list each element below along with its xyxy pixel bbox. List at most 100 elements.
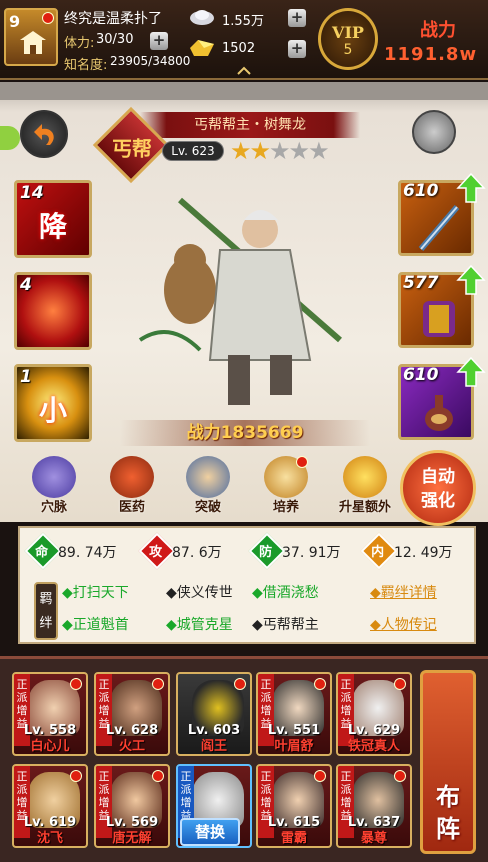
roster-name: 沈飞 xyxy=(36,831,63,846)
fame-label: 知名度: xyxy=(64,58,108,73)
roster-card[interactable]: 正派增益 Lv. 628 火工 xyxy=(94,672,170,756)
stamina-label: 体力: xyxy=(64,36,95,51)
hero-switch-icon[interactable] xyxy=(412,110,456,154)
stat-value: 12. 49万 xyxy=(394,545,453,561)
roster-card[interactable]: 正派增益 Lv. 551 叶眉舒 xyxy=(256,672,332,756)
header-strip xyxy=(0,82,488,100)
skill-slot-1[interactable]: 14 降 xyxy=(14,180,92,258)
star-extra-button[interactable]: 升星额外 xyxy=(330,456,400,518)
roster-name: 火工 xyxy=(118,739,145,754)
breakthrough-button[interactable]: 突破 xyxy=(176,456,240,518)
roster-name: 叶眉舒 xyxy=(274,739,314,754)
defense-icon: 防 xyxy=(248,532,286,570)
fetter-detail-link[interactable]: ◆羁绊详情 xyxy=(370,582,437,602)
silver-icon xyxy=(190,10,214,25)
equipment-level: 610 xyxy=(403,181,439,201)
stamina-value: 30/30 xyxy=(96,32,134,47)
skill-count: 4 xyxy=(20,275,32,295)
biography-link[interactable]: ◆人物传记 xyxy=(370,614,437,634)
vip-label: VIP xyxy=(332,23,364,42)
skill-count: 14 xyxy=(20,183,44,203)
medicine-label: 医药 xyxy=(118,500,145,515)
star-extra-icon xyxy=(343,456,387,498)
hp-icon: 命 xyxy=(24,532,62,570)
stats-panel: 命 89. 74万 攻 87. 6万 防 37. 91万 内 12. 49万 羁… xyxy=(18,526,476,644)
armor-icon xyxy=(423,301,455,337)
hero-power-value: 战力1835669 xyxy=(186,423,304,443)
roster-card[interactable]: 正派增益 Lv. 637 暴尊 xyxy=(336,764,412,848)
roster-name: 阎王 xyxy=(200,739,227,754)
back-button[interactable] xyxy=(20,110,68,158)
add-gold-button[interactable]: + xyxy=(288,40,306,58)
formation-line1: 布 xyxy=(436,782,460,811)
star-icon: ★ xyxy=(269,137,290,165)
meridian-button[interactable]: 穴脉 xyxy=(22,456,86,518)
hero-title: 丐帮帮主・树舞龙 xyxy=(194,117,306,133)
medicine-button[interactable]: 医药 xyxy=(100,456,164,518)
roster-card[interactable]: 正派增益 Lv. 569 唐无解 xyxy=(94,764,170,848)
fetter-item: ◆借酒浇愁 xyxy=(252,585,319,601)
star-icon: ★ xyxy=(249,137,271,165)
roster-card[interactable]: Lv. 603 阎王 xyxy=(176,672,252,756)
internal-icon: 内 xyxy=(360,532,398,570)
formation-line2: 阵 xyxy=(436,814,460,843)
attack-icon: 攻 xyxy=(138,532,176,570)
gold-value: 1502 xyxy=(222,41,256,56)
roster-name: 暴尊 xyxy=(360,831,387,846)
roster-card[interactable]: 正派增益 Lv. 619 沈飞 xyxy=(12,764,88,848)
notification-dot xyxy=(314,678,326,690)
roster-name: 雷霸 xyxy=(280,831,307,846)
fetter-item: ◆城管克星 xyxy=(166,617,233,633)
notification-dot xyxy=(42,12,54,24)
sect-badge-label: 丐帮 xyxy=(112,136,153,161)
upgrade-arrow-icon xyxy=(456,264,486,295)
skill-glyph: 降 xyxy=(38,210,67,243)
notification-dot xyxy=(394,770,406,782)
meridian-label: 穴脉 xyxy=(40,500,67,515)
add-silver-button[interactable]: + xyxy=(288,9,306,27)
equipment-level: 577 xyxy=(403,273,439,293)
auto-enhance-line1: 自动 xyxy=(421,467,455,487)
skill-slot-3[interactable]: 1 小 xyxy=(14,364,92,442)
vip-badge[interactable]: VIP 5 xyxy=(318,8,378,70)
fetter-item: ◆丐帮帮主 xyxy=(252,617,319,633)
formation-button[interactable]: 布 阵 xyxy=(420,670,476,854)
breakthrough-label: 突破 xyxy=(194,500,221,515)
chevron-up-icon[interactable] xyxy=(236,66,252,76)
notification-dot xyxy=(152,770,164,782)
roster-card[interactable]: 正派增益 Lv. 558 白心儿 xyxy=(12,672,88,756)
fetter-item: ◆打扫天下 xyxy=(62,585,129,601)
auto-enhance-line2: 强化 xyxy=(421,491,455,511)
roster-card[interactable]: 正派增益 Lv. 629 铁冠真人 xyxy=(336,672,412,756)
player-avatar[interactable]: 9 xyxy=(4,8,58,66)
auto-enhance-button[interactable]: 自动 强化 xyxy=(400,450,476,526)
hero-title-banner: 丐帮帮主・树舞龙 xyxy=(140,112,360,138)
star-icon: ★ xyxy=(308,137,329,165)
skill-glyph: 小 xyxy=(38,394,67,427)
notification-dot xyxy=(234,678,246,690)
stat-value: 87. 6万 xyxy=(172,545,222,561)
combat-power-value: 1191.8w xyxy=(384,44,478,65)
upgrade-arrow-icon xyxy=(456,356,486,387)
roster-name: 白心儿 xyxy=(30,739,70,754)
upgrade-arrow-icon xyxy=(456,172,486,203)
fetter-tag: 羁绊 xyxy=(34,582,58,640)
swap-button[interactable]: 替换 xyxy=(180,818,240,846)
player-name: 终究是温柔扑了 xyxy=(64,11,162,27)
skill-count: 1 xyxy=(20,367,32,387)
skill-slot-2[interactable]: 4 xyxy=(14,272,92,350)
fame-value: 23905/34800 xyxy=(110,54,191,68)
breakthrough-icon xyxy=(186,456,230,498)
star-extra-label: 升星额外 xyxy=(338,500,391,515)
equipment-level: 610 xyxy=(403,365,439,385)
roster-name: 唐无解 xyxy=(112,831,152,846)
add-stamina-button[interactable]: + xyxy=(150,32,168,50)
star-icon: ★ xyxy=(230,137,251,165)
roster-card[interactable]: 正派增益 Lv. 615 雷霸 xyxy=(256,764,332,848)
medicine-icon xyxy=(110,456,154,498)
notification-dot xyxy=(152,678,164,690)
vip-level: 5 xyxy=(343,42,353,58)
notification-dot xyxy=(70,678,82,690)
cultivate-button[interactable]: 培养 xyxy=(254,456,318,518)
sword-icon xyxy=(418,205,460,251)
